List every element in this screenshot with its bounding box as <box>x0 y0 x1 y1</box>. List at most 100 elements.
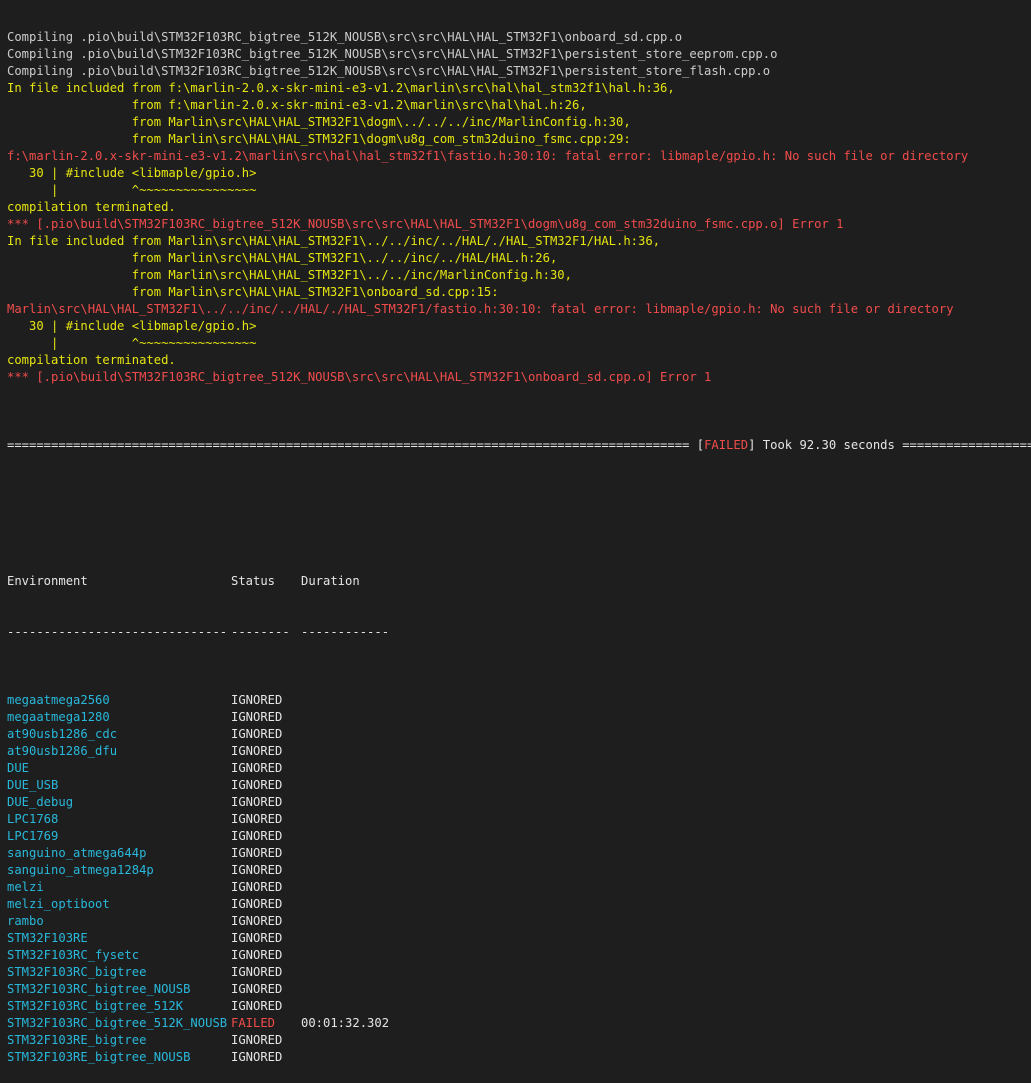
environment-name: melzi <box>7 880 44 894</box>
table-row: sanguino_atmega644p IGNORED <box>7 845 1031 862</box>
environment-status: IGNORED <box>231 727 283 741</box>
build-log: Compiling .pio\build\STM32F103RC_bigtree… <box>7 29 1031 386</box>
environment-duration <box>301 1049 421 1066</box>
table-row: STM32F103RE_bigtree_NOUSB IGNORED <box>7 1049 1031 1066</box>
log-line: f:\marlin-2.0.x-skr-mini-e3-v1.2\marlin\… <box>7 149 969 163</box>
environment-name: DUE_USB <box>7 778 59 792</box>
environment-status: IGNORED <box>231 812 283 826</box>
terminal-output[interactable]: Compiling .pio\build\STM32F103RC_bigtree… <box>7 0 1031 1083</box>
environment-status: IGNORED <box>231 1050 283 1064</box>
table-row: STM32F103RE_bigtree IGNORED <box>7 1032 1031 1049</box>
table-row: STM32F103RC_bigtree_NOUSB IGNORED <box>7 981 1031 998</box>
summary-rule-left: ========================================… <box>7 438 690 452</box>
environment-duration <box>301 760 421 777</box>
environment-status: FAILED <box>231 1016 276 1030</box>
log-line: In file included from f:\marlin-2.0.x-sk… <box>7 81 675 95</box>
environment-name: megaatmega2560 <box>7 693 110 707</box>
environment-name: melzi_optiboot <box>7 897 110 911</box>
table-row: LPC1768 IGNORED <box>7 811 1031 828</box>
log-line: 30 | #include <libmaple/gpio.h> <box>7 166 257 180</box>
table-row: at90usb1286_cdc IGNORED <box>7 726 1031 743</box>
table-row: DUE IGNORED <box>7 760 1031 777</box>
log-line: *** [.pio\build\STM32F103RC_bigtree_512K… <box>7 217 844 231</box>
environment-duration <box>301 947 421 964</box>
header-status: Status <box>231 574 276 588</box>
environment-status: IGNORED <box>231 982 283 996</box>
log-line: Compiling .pio\build\STM32F103RC_bigtree… <box>7 30 683 44</box>
environment-duration <box>301 1032 421 1049</box>
table-row: at90usb1286_dfu IGNORED <box>7 743 1031 760</box>
log-line: from Marlin\src\HAL\HAL_STM32F1\../../in… <box>7 251 558 265</box>
header-duration: Duration <box>301 574 360 588</box>
table-row: STM32F103RC_bigtree_512K_NOUSB FAILED 00:0… <box>7 1015 1031 1032</box>
log-line: compilation terminated. <box>7 353 176 367</box>
environment-status: IGNORED <box>231 761 283 775</box>
environment-name: STM32F103RE <box>7 931 88 945</box>
environment-status: IGNORED <box>231 1033 283 1047</box>
environment-duration <box>301 828 421 845</box>
log-line: | ^~~~~~~~~~~~~~~~~ <box>7 183 257 197</box>
environment-duration <box>301 879 421 896</box>
environment-name: STM32F103RE_bigtree <box>7 1033 147 1047</box>
log-line: from f:\marlin-2.0.x-skr-mini-e3-v1.2\ma… <box>7 98 587 112</box>
table-row: LPC1769 IGNORED <box>7 828 1031 845</box>
environment-status: IGNORED <box>231 744 283 758</box>
divider-environment: ------------------------------ <box>7 625 228 639</box>
environment-name: rambo <box>7 914 44 928</box>
environment-duration <box>301 777 421 794</box>
environment-name: at90usb1286_dfu <box>7 744 118 758</box>
environment-status: IGNORED <box>231 693 283 707</box>
table-row: DUE_USB IGNORED <box>7 777 1031 794</box>
table-row: STM32F103RC_bigtree_512K IGNORED <box>7 998 1031 1015</box>
environment-status: IGNORED <box>231 880 283 894</box>
environment-status: IGNORED <box>231 863 283 877</box>
log-line: Compiling .pio\build\STM32F103RC_bigtree… <box>7 47 778 61</box>
table-divider: ------------------------------ -------- … <box>7 624 1031 641</box>
log-line: *** [.pio\build\STM32F103RC_bigtree_512K… <box>7 370 712 384</box>
summary-bracket-open: [ <box>696 438 705 452</box>
table-row: sanguino_atmega1284p IGNORED <box>7 862 1031 879</box>
environment-duration <box>301 862 421 879</box>
table-row: STM32F103RC_bigtree IGNORED <box>7 964 1031 981</box>
table-row: rambo IGNORED <box>7 913 1031 930</box>
environment-duration <box>301 709 421 726</box>
environment-status: IGNORED <box>231 778 283 792</box>
environment-status: IGNORED <box>231 846 283 860</box>
environment-duration: 00:01:32.302 <box>301 1016 390 1030</box>
log-line: Compiling .pio\build\STM32F103RC_bigtree… <box>7 64 771 78</box>
environment-status: IGNORED <box>231 710 283 724</box>
log-line: from Marlin\src\HAL\HAL_STM32F1\dogm\../… <box>7 115 631 129</box>
summary-rule-right: ================================== <box>902 438 1031 452</box>
summary-line: ========================================… <box>7 437 1031 454</box>
environment-duration <box>301 998 421 1015</box>
environment-name: sanguino_atmega644p <box>7 846 147 860</box>
environment-duration <box>301 743 421 760</box>
divider-status: -------- <box>231 625 290 639</box>
environment-duration <box>301 930 421 947</box>
summary-duration-text: ] Took 92.30 seconds <box>748 438 903 452</box>
table-row: megaatmega1280 IGNORED <box>7 709 1031 726</box>
log-line: Marlin\src\HAL\HAL_STM32F1\../../inc/../… <box>7 302 954 316</box>
log-line: In file included from Marlin\src\HAL\HAL… <box>7 234 661 248</box>
table-row: megaatmega2560 IGNORED <box>7 692 1031 709</box>
environment-status: IGNORED <box>231 965 283 979</box>
table-row: melzi_optiboot IGNORED <box>7 896 1031 913</box>
environment-name: DUE <box>7 761 30 775</box>
environment-duration <box>301 964 421 981</box>
log-line: from Marlin\src\HAL\HAL_STM32F1\onboard_… <box>7 285 499 299</box>
divider-duration: ------------ <box>301 625 390 639</box>
table-row: STM32F103RE IGNORED <box>7 930 1031 947</box>
environment-name: megaatmega1280 <box>7 710 110 724</box>
log-line: 30 | #include <libmaple/gpio.h> <box>7 319 257 333</box>
environment-duration <box>301 811 421 828</box>
environment-name: STM32F103RC_bigtree_512K_NOUSB <box>7 1016 228 1030</box>
log-line: from Marlin\src\HAL\HAL_STM32F1\../../in… <box>7 268 572 282</box>
environment-name: LPC1769 <box>7 829 59 843</box>
environment-duration <box>301 726 421 743</box>
environment-name: STM32F103RC_fysetc <box>7 948 140 962</box>
environment-duration <box>301 692 421 709</box>
log-line: compilation terminated. <box>7 200 176 214</box>
environment-status: IGNORED <box>231 999 283 1013</box>
environment-name: sanguino_atmega1284p <box>7 863 154 877</box>
